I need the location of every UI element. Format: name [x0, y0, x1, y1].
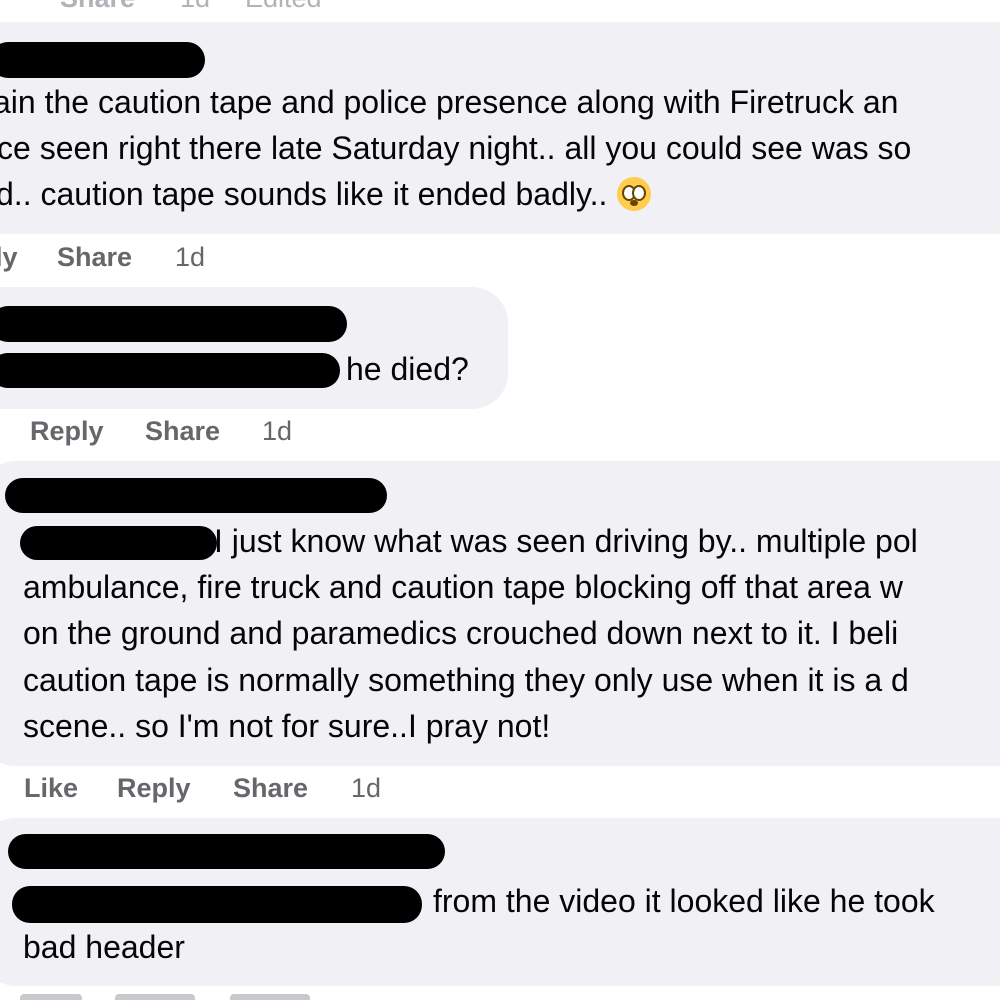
comment-text-line: ce seen right there late Saturday night.…: [0, 130, 912, 166]
timestamp: 1d: [175, 242, 206, 272]
comment-actions-2: Reply Share 1d: [0, 415, 400, 447]
comment-text-line: caution tape is normally something they …: [23, 662, 909, 698]
comment-text: d.. caution tape sounds like it ended ba…: [0, 176, 608, 212]
redacted-author-name: [0, 42, 205, 78]
comment-text-line: d.. caution tape sounds like it ended ba…: [0, 175, 652, 213]
redacted-author-name: [8, 834, 445, 869]
share-link[interactable]: Share: [57, 241, 132, 273]
edited-label: Edited: [245, 0, 322, 14]
comment-text: he died?: [346, 351, 469, 387]
flushed-face-icon: [617, 177, 652, 211]
share-link[interactable]: Share: [233, 772, 308, 804]
comment-actions-3: Like Reply Share 1d: [0, 772, 500, 804]
comment-text-line: bad header: [23, 929, 185, 965]
timestamp: 1d: [180, 0, 210, 14]
redacted-mention: [12, 886, 422, 923]
top-action-row: Share 1d Edited: [0, 0, 400, 14]
comment-text-line: ambulance, fire truck and caution tape b…: [23, 569, 903, 605]
comment-text-line: on the ground and paramedics crouched do…: [23, 615, 899, 651]
reply-link[interactable]: Reply: [30, 415, 104, 447]
like-link[interactable]: Like: [24, 772, 78, 804]
redacted-mention: [0, 353, 340, 388]
timestamp: 1d: [351, 773, 382, 803]
comment-thread: Share 1d Edited ain the caution tape and…: [0, 0, 1000, 1000]
redacted-mention: [20, 526, 217, 560]
redacted-author-name: [5, 478, 387, 513]
comment-actions-1: ly Share 1d: [0, 241, 400, 273]
share-link[interactable]: Share: [60, 0, 135, 14]
comment-text-line: ain the caution tape and police presence…: [0, 84, 899, 120]
share-link[interactable]: Share: [145, 415, 220, 447]
comment-text-line: I just know what was seen driving by.. m…: [214, 523, 918, 559]
bottom-action-row-partial: [20, 994, 350, 1000]
comment-text-line: from the video it looked like he took: [433, 883, 935, 919]
reply-link[interactable]: ly: [0, 241, 18, 273]
timestamp: 1d: [262, 416, 293, 446]
comment-text-line: scene.. so I'm not for sure..I pray not!: [23, 708, 551, 744]
reply-link[interactable]: Reply: [117, 772, 191, 804]
redacted-author-name: [0, 306, 347, 342]
